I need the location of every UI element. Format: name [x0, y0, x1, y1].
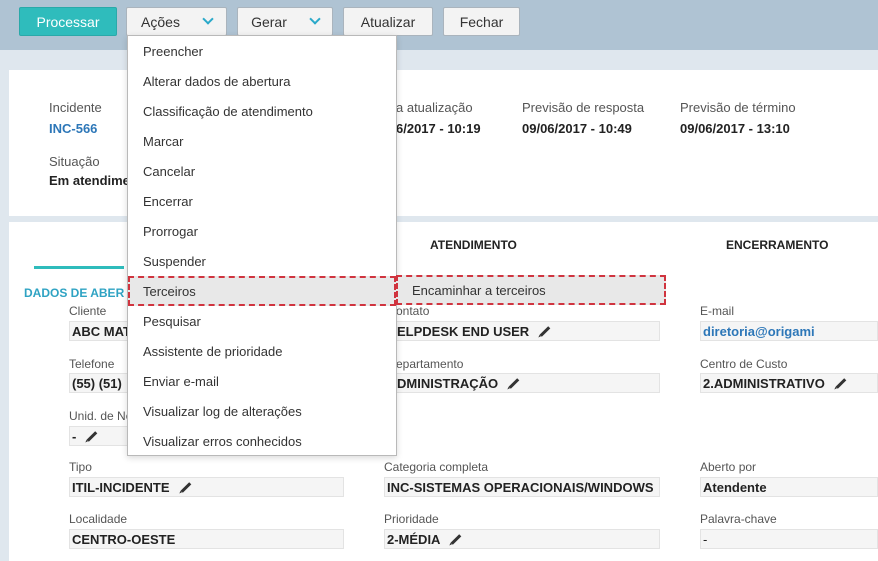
localidade-field[interactable]: CENTRO-OESTE [69, 529, 344, 549]
contato-field[interactable]: ELPDESK END USER [384, 321, 660, 341]
telefone-value: (55) (51) [72, 375, 122, 391]
acoes-label: Ações [141, 13, 180, 30]
menu-item-terceiros[interactable]: Terceiros [128, 276, 396, 306]
centro-custo-label: Centro de Custo [700, 357, 788, 371]
cliente-value: ABC MAT [72, 323, 129, 339]
palavra-chave-value: - [703, 531, 708, 547]
menu-item-marcar[interactable]: Marcar [128, 126, 396, 156]
prioridade-label: Prioridade [384, 512, 439, 526]
departamento-value: DMINISTRAÇÃO [397, 375, 499, 391]
situacao-label: Situação [49, 154, 100, 169]
atualizacao-value: 6/2017 - 10:19 [396, 121, 481, 136]
pencil-icon[interactable] [539, 325, 551, 337]
gerar-dropdown-button[interactable]: Gerar [237, 7, 333, 36]
localidade-label: Localidade [69, 512, 128, 526]
previsao-termino-value: 09/06/2017 - 13:10 [680, 121, 790, 136]
incidente-value[interactable]: INC-566 [49, 121, 97, 136]
menu-item-preencher[interactable]: Preencher [128, 36, 396, 66]
contato-value: ELPDESK END USER [397, 323, 530, 339]
menu-item-visualizar-log[interactable]: Visualizar log de alterações [128, 396, 396, 426]
categoria-label: Categoria completa [384, 460, 489, 474]
menu-item-prorrogar[interactable]: Prorrogar [128, 216, 396, 246]
unid-negocio-value: - [72, 428, 77, 444]
cliente-label: Cliente [69, 304, 107, 318]
acoes-dropdown-menu: Preencher Alterar dados de abertura Clas… [127, 35, 397, 456]
centro-custo-value: 2.ADMINISTRATIVO [703, 375, 825, 391]
aberto-por-field[interactable]: Atendente [700, 477, 878, 497]
situacao-value: Em atendime [49, 173, 130, 188]
unid-negocio-label: Unid. de Ne [69, 409, 133, 423]
menu-item-suspender[interactable]: Suspender [128, 246, 396, 276]
previsao-resposta-value: 09/06/2017 - 10:49 [522, 121, 632, 136]
unid-negocio-field[interactable]: - [69, 426, 129, 446]
telefone-field[interactable]: (55) (51) [69, 373, 129, 393]
fechar-label: Fechar [459, 13, 504, 30]
departamento-field[interactable]: DMINISTRAÇÃO [384, 373, 660, 393]
fechar-button[interactable]: Fechar [443, 7, 520, 36]
palavra-chave-field[interactable]: - [700, 529, 878, 549]
categoria-field[interactable]: INC-SISTEMAS OPERACIONAIS/WINDOWS [384, 477, 660, 497]
chevron-down-icon [202, 13, 214, 25]
email-label: E-mail [700, 304, 735, 318]
menu-item-encerrar[interactable]: Encerrar [128, 186, 396, 216]
categoria-value: INC-SISTEMAS OPERACIONAIS/WINDOWS [387, 479, 654, 495]
prioridade-value: 2-MÉDIA [387, 531, 441, 547]
prioridade-field[interactable]: 2-MÉDIA [384, 529, 660, 549]
email-field[interactable]: diretoria@origami [700, 321, 878, 341]
menu-item-enviar-email[interactable]: Enviar e-mail [128, 366, 396, 396]
contato-label: ontato [396, 304, 430, 318]
menu-item-assistente-prioridade[interactable]: Assistente de prioridade [128, 336, 396, 366]
palavra-chave-label: Palavra-chave [700, 512, 777, 526]
menu-item-classificacao-atendimento[interactable]: Classificação de atendimento [128, 96, 396, 126]
tipo-value: ITIL-INCIDENTE [72, 479, 170, 495]
pencil-icon[interactable] [835, 377, 847, 389]
departamento-label: epartamento [396, 357, 464, 371]
pencil-icon[interactable] [451, 533, 462, 545]
atualizar-button[interactable]: Atualizar [343, 7, 433, 36]
tab-atendimento[interactable]: ATENDIMENTO [430, 238, 517, 252]
pencil-icon[interactable] [180, 481, 191, 493]
telefone-label: Telefone [69, 357, 115, 371]
tipo-label: Tipo [69, 460, 92, 474]
processar-button[interactable]: Processar [19, 7, 117, 36]
tipo-field[interactable]: ITIL-INCIDENTE [69, 477, 344, 497]
pencil-icon[interactable] [87, 430, 98, 442]
section-title-dados-abertura: DADOS DE ABER [24, 286, 125, 300]
pencil-icon[interactable] [508, 377, 520, 389]
submenu-item-encaminhar-terceiros[interactable]: Encaminhar a terceiros [396, 275, 666, 305]
menu-item-cancelar[interactable]: Cancelar [128, 156, 396, 186]
aberto-por-label: Aberto por [700, 460, 757, 474]
previsao-resposta-label: Previsão de resposta [522, 100, 645, 115]
menu-item-pesquisar[interactable]: Pesquisar [128, 306, 396, 336]
processar-label: Processar [36, 13, 100, 30]
centro-custo-field[interactable]: 2.ADMINISTRATIVO [700, 373, 878, 393]
chevron-down-icon [309, 13, 321, 25]
atualizacao-label: a atualização [396, 100, 473, 115]
menu-item-alterar-dados-abertura[interactable]: Alterar dados de abertura [128, 66, 396, 96]
previsao-termino-label: Previsão de término [680, 100, 796, 115]
email-value[interactable]: diretoria@origami [703, 324, 815, 339]
tab-encerramento[interactable]: ENCERRAMENTO [726, 238, 828, 252]
acoes-dropdown-button[interactable]: Ações [126, 7, 227, 36]
gerar-label: Gerar [251, 13, 287, 30]
incidente-label: Incidente [49, 100, 102, 115]
menu-item-visualizar-erros[interactable]: Visualizar erros conhecidos [128, 426, 396, 456]
aberto-por-value: Atendente [703, 479, 767, 495]
cliente-field[interactable]: ABC MAT [69, 321, 129, 341]
localidade-value: CENTRO-OESTE [72, 531, 176, 547]
atualizar-label: Atualizar [360, 13, 416, 30]
active-tab-indicator [34, 266, 124, 269]
